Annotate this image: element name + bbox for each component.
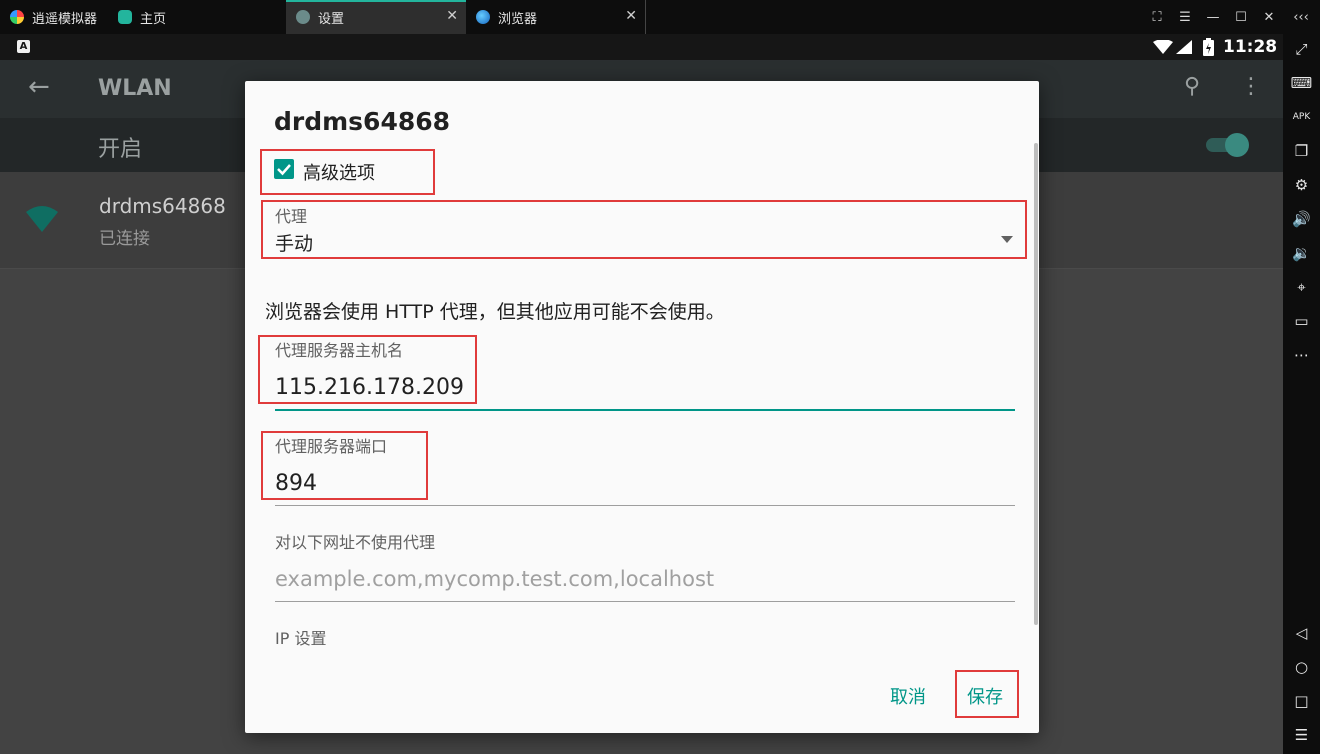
hostname-input[interactable]: 115.216.178.209 [275, 373, 1015, 409]
home-app-icon [118, 10, 132, 24]
tab-browser[interactable]: 浏览器 ✕ [466, 0, 646, 34]
menu-icon[interactable]: ☰ [1171, 0, 1199, 34]
wifi-signal-icon [1153, 40, 1173, 54]
back-arrow-icon[interactable]: ← [28, 72, 50, 102]
tab-memu[interactable]: 逍遥模拟器 [0, 0, 118, 34]
proxy-dropdown[interactable]: 手动 [275, 227, 1015, 257]
bypass-input[interactable]: example.com,mycomp.test.com,localhost [275, 565, 1015, 601]
cancel-button[interactable]: 取消 [890, 683, 926, 709]
dialog-scrollbar[interactable] [1034, 143, 1038, 625]
tab-settings[interactable]: 设置 ✕ [286, 0, 466, 34]
memu-logo-icon [10, 10, 24, 24]
recent-apps-icon[interactable]: □ [1283, 688, 1320, 714]
proxy-value: 手动 [275, 233, 314, 255]
toggle-thumb [1225, 133, 1249, 157]
keyboard-icon[interactable]: ⌨ [1283, 70, 1320, 96]
volume-down-icon[interactable]: 🔉 [1283, 240, 1320, 266]
save-button[interactable]: 保存 [967, 683, 1003, 709]
port-value: 894 [275, 471, 317, 496]
folder-icon[interactable]: ▭ [1283, 308, 1320, 334]
tab-label: 逍遥模拟器 [32, 11, 98, 27]
home-nav-icon[interactable]: ○ [1283, 654, 1320, 680]
notification-icon: A [17, 40, 30, 53]
battery-charging-icon [1203, 38, 1214, 56]
location-icon[interactable]: ⌖ [1283, 274, 1320, 300]
network-name: drdms64868 [99, 194, 226, 218]
proxy-info-text: 浏览器会使用 HTTP 代理，但其他应用可能不会使用。 [265, 301, 725, 323]
android-screen: A 11:28 ← WLAN ⚲ ⋮ 开启 drdms64868 已连接 drd… [0, 34, 1283, 754]
network-dialog: drdms64868 高级选项 代理 手动 浏览器会使用 HTTP 代理，但其他… [245, 81, 1039, 733]
apk-install-icon[interactable]: APK [1283, 104, 1320, 130]
port-input[interactable]: 894 [275, 469, 1015, 505]
more-icon[interactable]: ⋯ [1283, 342, 1320, 368]
advanced-options-checkbox[interactable] [274, 159, 294, 179]
volume-up-icon[interactable]: 🔊 [1283, 206, 1320, 232]
bypass-placeholder: example.com,mycomp.test.com,localhost [275, 567, 715, 591]
settings-gear-icon [296, 10, 310, 24]
close-tab-icon[interactable]: ✕ [446, 8, 458, 24]
advanced-options-label: 高级选项 [303, 163, 375, 184]
tab-label: 主页 [140, 11, 167, 27]
tab-home[interactable]: 主页 [108, 0, 286, 34]
network-status: 已连接 [99, 229, 150, 249]
hostname-underline [275, 409, 1015, 411]
screenshot-icon[interactable]: ⛶ [1143, 0, 1171, 34]
checkmark-icon [277, 164, 291, 176]
page-title: WLAN [98, 76, 172, 101]
browser-globe-icon [476, 10, 490, 24]
wifi-icon [26, 206, 58, 232]
maximize-icon[interactable]: ☐ [1227, 0, 1255, 34]
cell-signal-icon [1176, 40, 1192, 54]
emulator-tab-bar: 逍遥模拟器 主页 设置 ✕ 浏览器 ✕ ⛶ ☰ — ☐ ✕ ‹‹‹ [0, 0, 1320, 34]
close-tab-icon[interactable]: ✕ [625, 8, 637, 24]
minimize-icon[interactable]: — [1199, 0, 1227, 34]
hostname-label: 代理服务器主机名 [275, 341, 404, 360]
multi-window-icon[interactable]: ❐ [1283, 138, 1320, 164]
status-bar: A 11:28 [0, 34, 1283, 60]
bypass-underline [275, 601, 1015, 602]
emulator-sidebar: ⤢ ⌨ APK ❐ ⚙ 🔊 🔉 ⌖ ▭ ⋯ ◁ ○ □ ☰ [1283, 34, 1320, 754]
menu-list-icon[interactable]: ☰ [1283, 722, 1320, 748]
back-nav-icon[interactable]: ◁ [1283, 620, 1320, 646]
bypass-label: 对以下网址不使用代理 [275, 533, 436, 552]
switch-label: 开启 [98, 137, 143, 162]
port-underline [275, 505, 1015, 506]
tab-label: 设置 [318, 11, 345, 27]
search-icon[interactable]: ⚲ [1184, 74, 1200, 99]
proxy-label: 代理 [275, 207, 308, 226]
fullscreen-icon[interactable]: ⤢ [1283, 36, 1320, 62]
dialog-title: drdms64868 [274, 107, 451, 136]
port-label: 代理服务器端口 [275, 437, 388, 456]
hostname-value: 115.216.178.209 [275, 375, 464, 400]
status-time: 11:28 [1223, 37, 1278, 57]
ip-settings-label: IP 设置 [275, 629, 327, 648]
tab-label: 浏览器 [498, 11, 538, 27]
overflow-menu-icon[interactable]: ⋮ [1240, 74, 1262, 99]
dropdown-arrow-icon [1001, 236, 1013, 243]
settings-icon[interactable]: ⚙ [1283, 172, 1320, 198]
wlan-toggle[interactable] [1206, 133, 1249, 157]
collapse-icon[interactable]: ‹‹‹ [1287, 0, 1315, 34]
close-icon[interactable]: ✕ [1255, 0, 1283, 34]
